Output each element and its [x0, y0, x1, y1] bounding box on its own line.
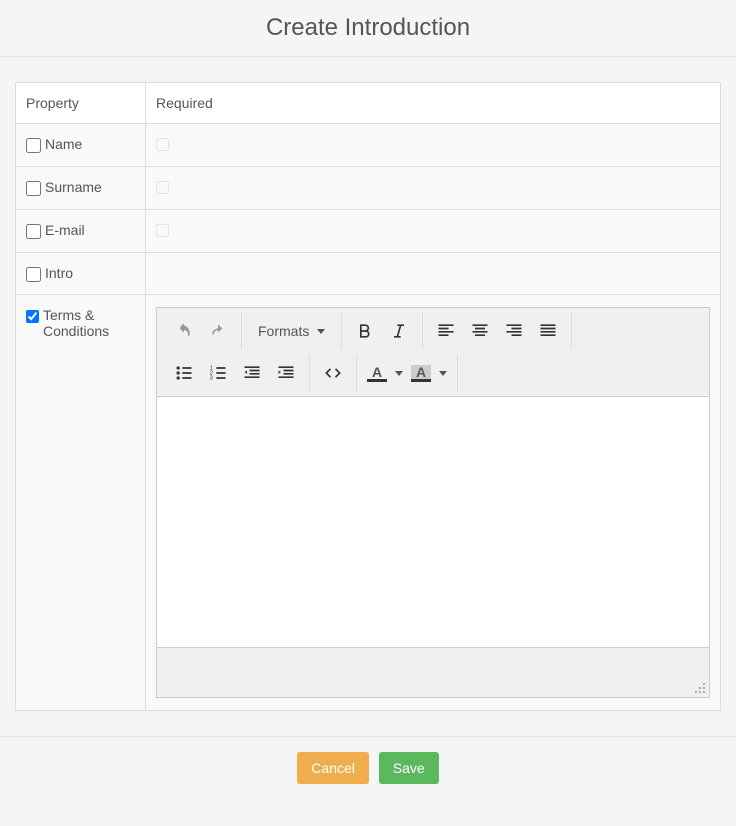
property-label: Surname [45, 179, 102, 195]
align-justify-button[interactable] [531, 314, 565, 348]
property-checkbox-terms[interactable] [26, 309, 39, 324]
table-row: Surname [16, 167, 721, 210]
bg-color-swatch: A [411, 365, 431, 382]
properties-table: Property Required Name [15, 82, 721, 711]
align-justify-icon [538, 321, 558, 341]
outdent-icon [242, 363, 262, 383]
property-label: Terms & Conditions [43, 307, 135, 339]
table-row: Name [16, 124, 721, 167]
svg-text:3: 3 [210, 376, 213, 382]
indent-button[interactable] [269, 356, 303, 390]
italic-icon [389, 321, 409, 341]
dialog-body: Property Required Name [0, 57, 736, 736]
undo-icon [174, 321, 194, 341]
editor-statusbar [157, 647, 709, 697]
formats-label: Formats [258, 323, 309, 339]
property-label: Intro [45, 265, 73, 281]
save-button[interactable]: Save [379, 752, 439, 784]
property-name[interactable]: Name [26, 136, 135, 153]
undo-button[interactable] [167, 314, 201, 348]
property-checkbox-name[interactable] [26, 138, 41, 153]
col-header-required: Required [146, 83, 721, 124]
indent-icon [276, 363, 296, 383]
source-code-button[interactable] [316, 356, 350, 390]
property-terms[interactable]: Terms & Conditions [26, 307, 135, 339]
required-checkbox-name[interactable] [156, 138, 169, 151]
bullet-list-button[interactable] [167, 356, 201, 390]
editor-toolbar: Formats [157, 308, 709, 397]
table-row: Terms & Conditions [16, 295, 721, 711]
property-checkbox-intro[interactable] [26, 267, 41, 282]
property-intro[interactable]: Intro [26, 265, 135, 282]
col-header-property: Property [16, 83, 146, 124]
resize-grip-icon[interactable] [694, 682, 706, 694]
align-left-button[interactable] [429, 314, 463, 348]
number-list-icon: 123 [208, 363, 228, 383]
align-center-button[interactable] [463, 314, 497, 348]
rich-text-editor: Formats [156, 307, 710, 698]
outdent-button[interactable] [235, 356, 269, 390]
align-center-icon [470, 321, 490, 341]
table-row: Intro [16, 253, 721, 295]
property-email[interactable]: E-mail [26, 222, 135, 239]
align-right-icon [504, 321, 524, 341]
property-checkbox-email[interactable] [26, 224, 41, 239]
dialog-header: Create Introduction [0, 0, 736, 57]
property-checkbox-surname[interactable] [26, 181, 41, 196]
required-checkbox-email[interactable] [156, 224, 169, 237]
align-right-button[interactable] [497, 314, 531, 348]
text-color-swatch: A [367, 365, 387, 382]
bullet-list-icon [174, 363, 194, 383]
caret-down-icon [395, 371, 403, 376]
caret-down-icon [439, 371, 447, 376]
italic-button[interactable] [382, 314, 416, 348]
number-list-button[interactable]: 123 [201, 356, 235, 390]
bold-button[interactable] [348, 314, 382, 348]
dialog-footer: Cancel Save [0, 736, 736, 799]
align-left-icon [436, 321, 456, 341]
cancel-button[interactable]: Cancel [297, 752, 369, 784]
property-surname[interactable]: Surname [26, 179, 135, 196]
caret-down-icon [317, 329, 325, 334]
dialog-title: Create Introduction [0, 14, 736, 42]
redo-icon [208, 321, 228, 341]
table-row: E-mail [16, 210, 721, 253]
required-checkbox-surname[interactable] [156, 181, 169, 194]
property-label: Name [45, 136, 82, 152]
redo-button[interactable] [201, 314, 235, 348]
text-color-button[interactable]: A [363, 356, 407, 390]
property-label: E-mail [45, 222, 85, 238]
code-icon [323, 363, 343, 383]
bold-icon [355, 321, 375, 341]
bg-color-button[interactable]: A [407, 356, 451, 390]
formats-dropdown[interactable]: Formats [248, 314, 335, 348]
editor-content-area[interactable] [157, 397, 709, 647]
